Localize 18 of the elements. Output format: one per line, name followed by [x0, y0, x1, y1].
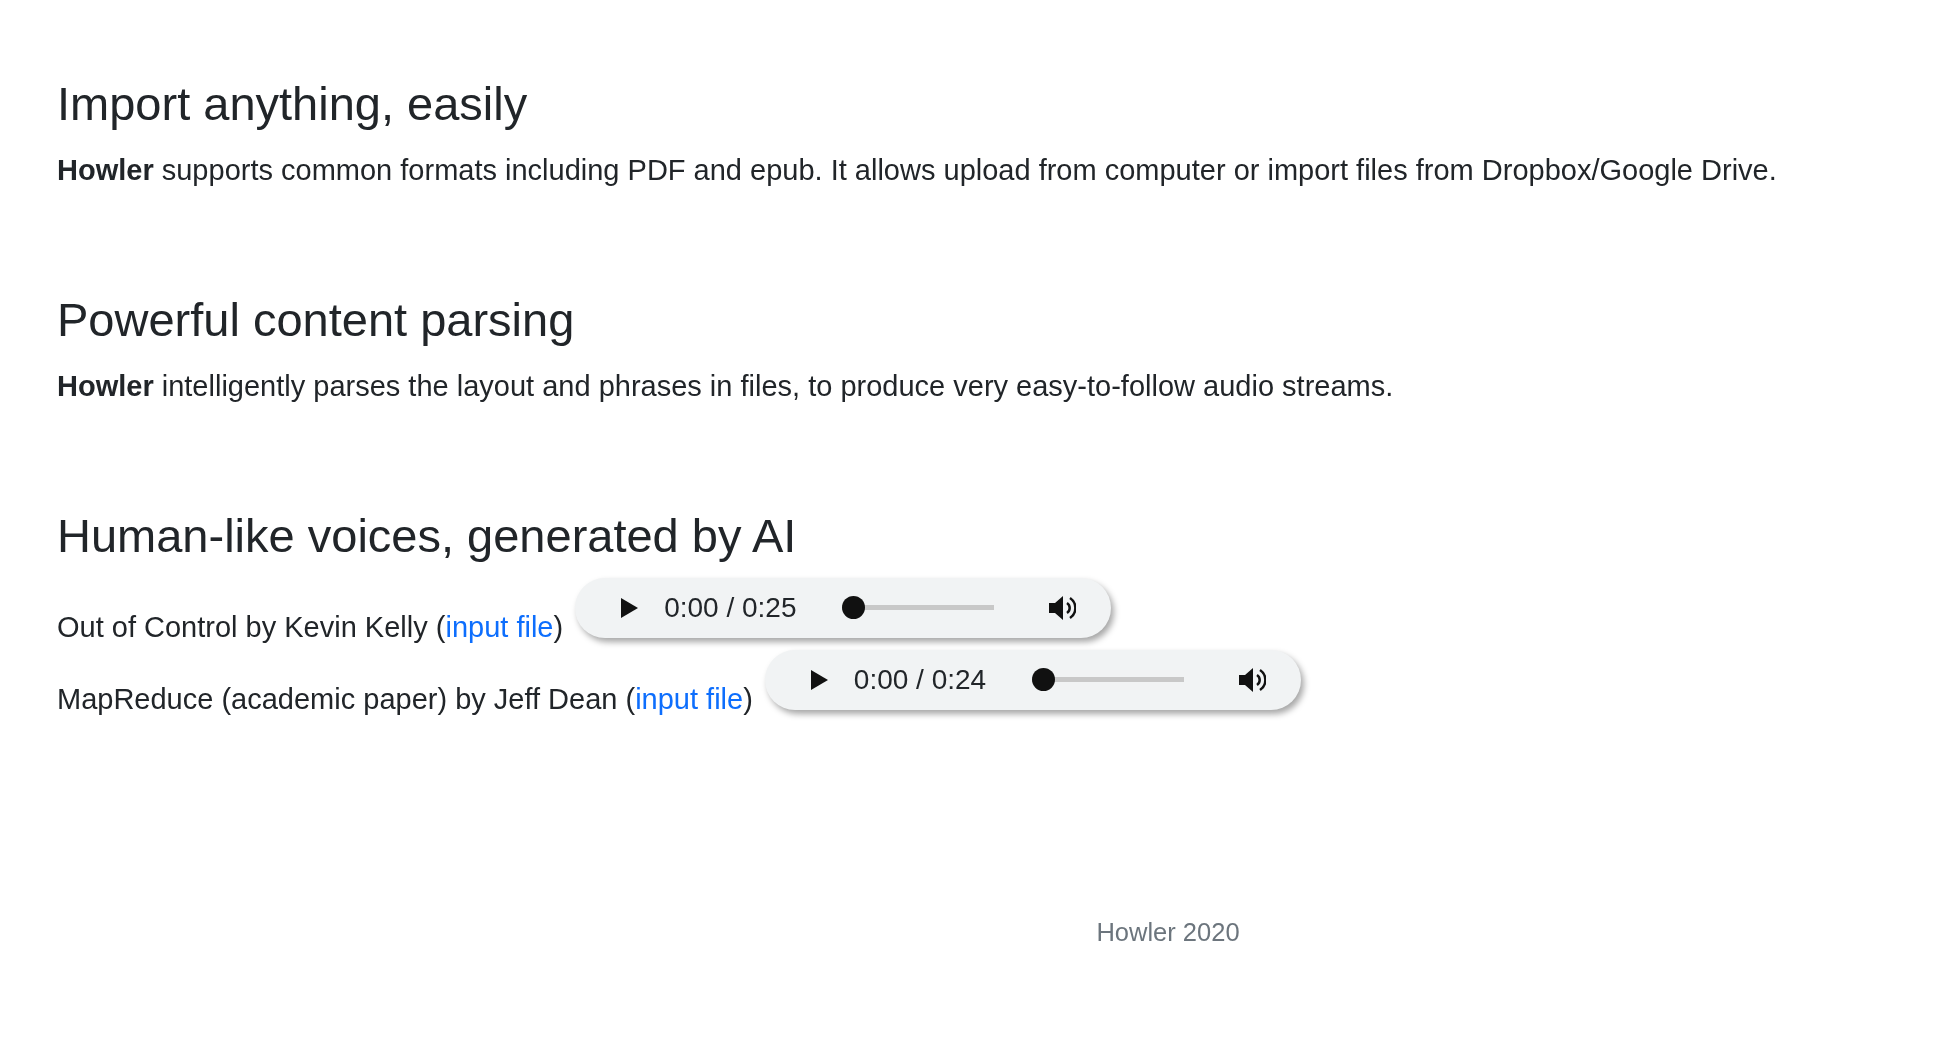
footer-text: Howler 2020 [1096, 917, 1240, 946]
input-file-link[interactable]: input file [635, 682, 744, 715]
seek-handle[interactable] [1031, 668, 1055, 692]
volume-icon[interactable] [1048, 594, 1077, 621]
time-display: 0:00 / 0:25 [664, 590, 797, 625]
time-display: 0:00 / 0:24 [853, 662, 986, 697]
section-heading: Import anything, easily [57, 76, 529, 132]
play-icon[interactable] [809, 669, 828, 690]
paragraph: Howler intelligently parses the layout and phrases in files, to produce very easy-to-follow audio streams. [57, 369, 1395, 405]
paragraph: Howler supports common formats including PDF and epub. It allows upload from computer or import files from Dropbox/Google Drive. [57, 153, 1778, 189]
section-heading: Powerful content parsing [57, 292, 576, 349]
sample-label: MapReduce (academic paper) by Jeff Dean (input file) [57, 681, 753, 717]
play-icon[interactable] [620, 597, 639, 618]
seek-handle[interactable] [842, 596, 866, 620]
volume-icon[interactable] [1237, 666, 1266, 693]
section-heading: Human-like voices, generated by AI [57, 508, 798, 565]
input-file-link[interactable]: input file [445, 610, 554, 643]
sample-label: Out of Control by Kevin Kelly (input file) [57, 609, 564, 645]
